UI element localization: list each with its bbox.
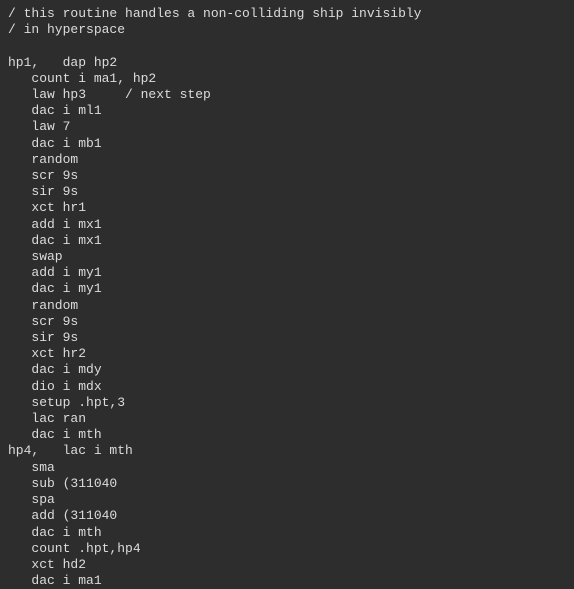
code-block: / this routine handles a non-colliding s…: [0, 0, 574, 589]
